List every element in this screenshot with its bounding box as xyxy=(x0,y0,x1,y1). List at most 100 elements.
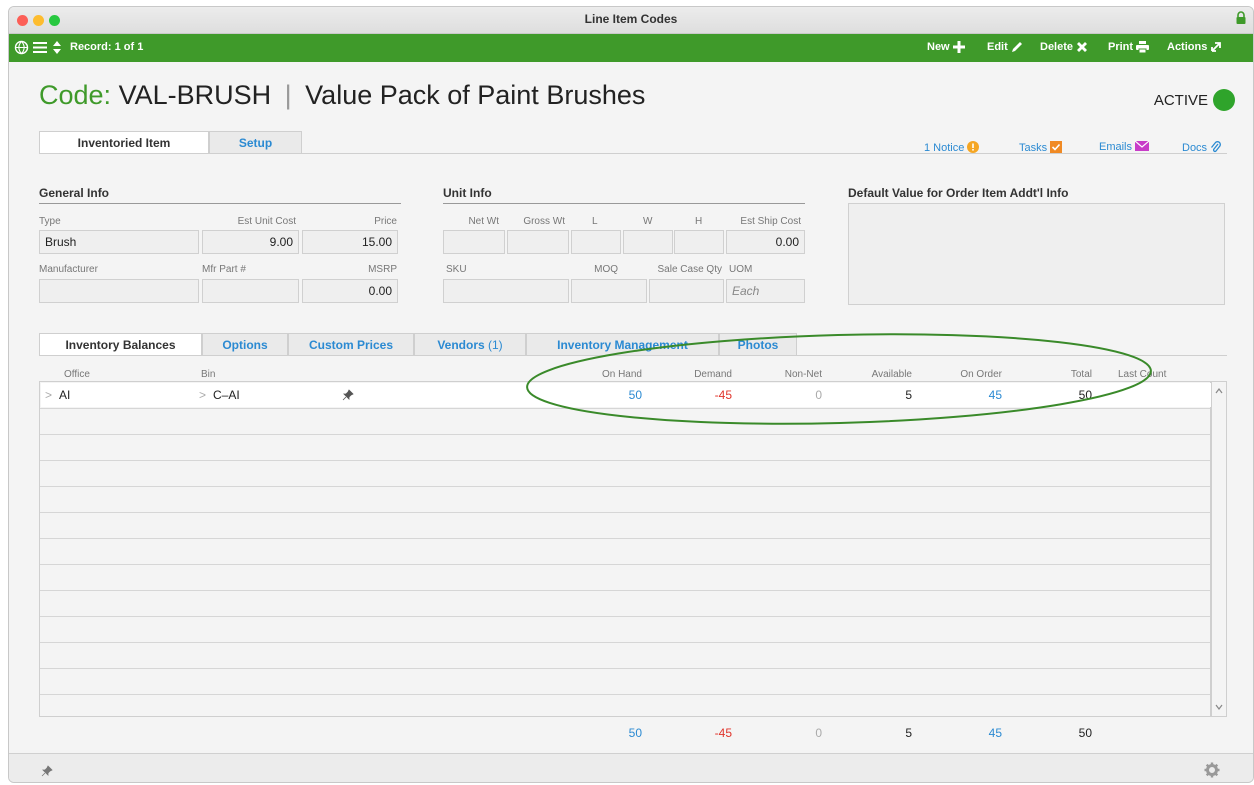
status-badge[interactable]: ACTIVE xyxy=(1154,89,1235,111)
row-divider xyxy=(40,590,1210,591)
total-on-order[interactable]: 45 xyxy=(942,726,1002,740)
vertical-scrollbar[interactable] xyxy=(1211,381,1227,717)
default-value-field[interactable] xyxy=(848,203,1225,305)
emails-link[interactable]: Emails xyxy=(1099,140,1150,153)
col-header-on-order[interactable]: On Order xyxy=(942,369,1002,380)
row-divider xyxy=(40,616,1210,617)
tab-custom-prices[interactable]: Custom Prices xyxy=(288,333,414,355)
tasks-link[interactable]: Tasks xyxy=(1019,141,1063,154)
app-window: Line Item Codes Record: 1 of 1 New Edit … xyxy=(8,6,1254,783)
total-available: 5 xyxy=(905,726,912,740)
moq-field[interactable] xyxy=(571,279,647,303)
type-label: Type xyxy=(39,216,61,227)
tab-setup[interactable]: Setup xyxy=(209,131,302,153)
est-unit-cost-field[interactable]: 9.00 xyxy=(202,230,299,254)
printer-icon xyxy=(1136,41,1150,54)
col-header-office[interactable]: Office xyxy=(64,369,90,380)
width-field[interactable] xyxy=(623,230,673,254)
tab-inventory-balances[interactable]: Inventory Balances xyxy=(39,333,202,355)
est-ship-cost-field[interactable]: 0.00 xyxy=(726,230,805,254)
vendors-count: (1) xyxy=(488,338,503,352)
docs-link[interactable]: Docs xyxy=(1182,141,1222,154)
pin-icon[interactable] xyxy=(342,389,354,401)
col-header-non-net[interactable]: Non-Net xyxy=(762,369,822,380)
total-demand[interactable]: -45 xyxy=(672,726,732,740)
sale-case-qty-label: Sale Case Qty xyxy=(657,264,722,275)
manufacturer-label: Manufacturer xyxy=(39,264,98,275)
gross-wt-field[interactable] xyxy=(507,230,569,254)
tab-inventory-management[interactable]: Inventory Management xyxy=(526,333,719,355)
pin-icon[interactable] xyxy=(41,765,53,777)
print-button[interactable]: Print xyxy=(1108,41,1150,54)
moq-label: MOQ xyxy=(594,264,618,275)
tab-inventoried-item[interactable]: Inventoried Item xyxy=(39,131,209,153)
on-order-cell[interactable]: 45 xyxy=(942,388,1002,402)
col-header-total[interactable]: Total xyxy=(1032,369,1092,380)
row-divider xyxy=(40,408,1210,409)
x-icon xyxy=(1077,42,1088,52)
actions-button[interactable]: Actions xyxy=(1167,41,1222,53)
subtab-divider xyxy=(39,355,1227,356)
status-dot xyxy=(1213,89,1235,111)
window-title: Line Item Codes xyxy=(584,12,678,26)
l-label: L xyxy=(592,216,598,227)
mfr-part-label: Mfr Part # xyxy=(202,264,246,275)
tab-vendors[interactable]: Vendors (1) xyxy=(414,333,526,355)
length-field[interactable] xyxy=(571,230,621,254)
col-header-bin[interactable]: Bin xyxy=(201,369,215,380)
col-header-available[interactable]: Available xyxy=(852,369,912,380)
lock-icon xyxy=(1236,11,1246,24)
price-field[interactable]: 15.00 xyxy=(302,230,398,254)
sale-case-qty-field[interactable] xyxy=(649,279,724,303)
gear-icon[interactable] xyxy=(1204,762,1220,778)
col-header-on-hand[interactable]: On Hand xyxy=(582,369,642,380)
total-total: 50 xyxy=(1078,726,1092,740)
col-header-demand[interactable]: Demand xyxy=(672,369,732,380)
col-header-last-count[interactable]: Last Count xyxy=(1118,369,1166,380)
globe-icon[interactable] xyxy=(14,40,29,55)
total-on-hand[interactable]: 50 xyxy=(582,726,642,740)
notice-link[interactable]: 1 Notice xyxy=(924,141,980,154)
new-button[interactable]: New xyxy=(927,41,965,53)
tab-photos[interactable]: Photos xyxy=(719,333,797,355)
uom-field[interactable]: Each xyxy=(726,279,805,303)
manufacturer-field[interactable] xyxy=(39,279,199,303)
record-stepper-icon[interactable] xyxy=(52,39,62,56)
scroll-up-icon[interactable] xyxy=(1215,388,1223,394)
demand-cell[interactable]: -45 xyxy=(672,388,732,402)
height-field[interactable] xyxy=(674,230,724,254)
edit-button[interactable]: Edit xyxy=(987,41,1023,53)
page-title: Code: VAL-BRUSH | Value Pack of Paint Br… xyxy=(39,80,645,111)
w-label: W xyxy=(643,216,653,227)
inventory-balances-table xyxy=(39,381,1211,717)
tab-options[interactable]: Options xyxy=(202,333,288,355)
msrp-label: MSRP xyxy=(368,264,397,275)
bin-expand-chevron[interactable]: > xyxy=(199,388,206,402)
envelope-icon xyxy=(1134,140,1150,151)
on-hand-cell[interactable]: 50 xyxy=(582,388,642,402)
pencil-icon xyxy=(1011,42,1022,52)
toolbar: Record: 1 of 1 New Edit Delete Print Act… xyxy=(9,34,1253,62)
row-divider xyxy=(40,694,1210,695)
sku-field[interactable] xyxy=(443,279,569,303)
row-divider xyxy=(40,512,1210,513)
unit-info-title: Unit Info xyxy=(443,186,492,200)
office-expand-chevron[interactable]: > xyxy=(45,388,52,402)
est-unit-cost-label: Est Unit Cost xyxy=(237,216,296,227)
status-label: ACTIVE xyxy=(1153,92,1208,109)
scroll-down-icon[interactable] xyxy=(1215,704,1223,710)
net-wt-field[interactable] xyxy=(443,230,505,254)
list-icon[interactable] xyxy=(33,41,47,54)
net-wt-label: Net Wt xyxy=(468,216,499,227)
general-info-rule xyxy=(39,203,401,204)
msrp-field[interactable]: 0.00 xyxy=(302,279,398,303)
row-divider xyxy=(40,434,1210,435)
code-prefix: Code: xyxy=(39,80,112,110)
mfr-part-field[interactable] xyxy=(202,279,299,303)
delete-button[interactable]: Delete xyxy=(1040,41,1088,53)
total-cell: 50 xyxy=(1078,388,1092,402)
gross-wt-label: Gross Wt xyxy=(523,216,565,227)
type-field[interactable]: Brush xyxy=(39,230,199,254)
plus-icon xyxy=(952,41,965,53)
available-cell: 5 xyxy=(905,388,912,402)
